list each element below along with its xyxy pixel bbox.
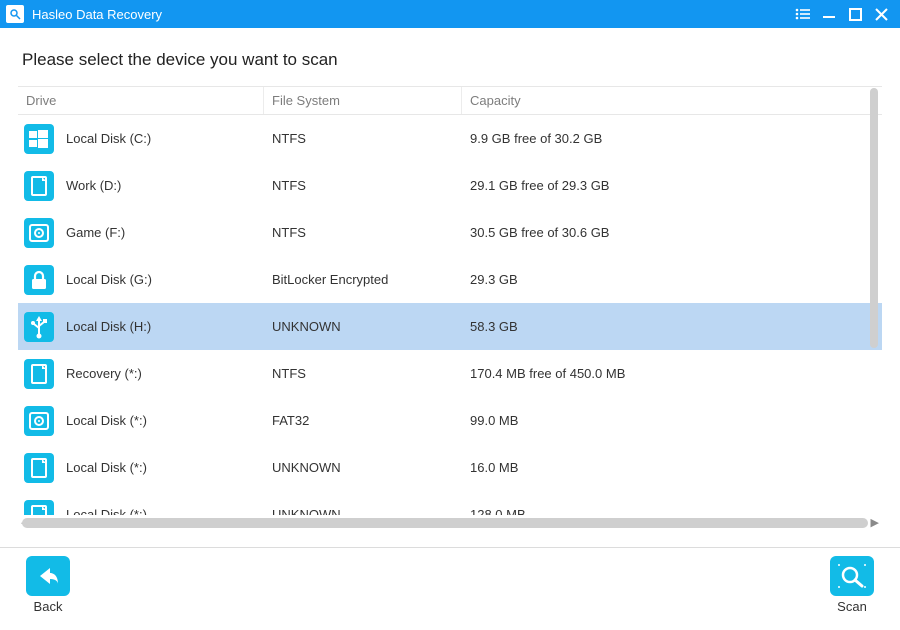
- drive-row[interactable]: Work (D:) NTFS29.1 GB free of 29.3 GB: [18, 162, 882, 209]
- column-header-capacity[interactable]: Capacity: [462, 87, 882, 114]
- disk-icon: [24, 218, 54, 248]
- drive-row[interactable]: Local Disk (G:) BitLocker Encrypted29.3 G…: [18, 256, 882, 303]
- drive-name: Game (F:): [66, 225, 125, 240]
- column-header-filesystem[interactable]: File System: [264, 87, 462, 114]
- drive-name: Local Disk (G:): [66, 272, 152, 287]
- document-icon: [24, 171, 54, 201]
- scan-icon: [830, 556, 874, 596]
- titlebar: Hasleo Data Recovery: [0, 0, 900, 28]
- drive-name: Local Disk (C:): [66, 131, 151, 146]
- app-title: Hasleo Data Recovery: [32, 7, 162, 22]
- back-icon: [26, 556, 70, 596]
- drive-row[interactable]: Local Disk (*:) FAT3299.0 MB: [18, 397, 882, 444]
- drive-name: Local Disk (H:): [66, 319, 151, 334]
- drive-name: Work (D:): [66, 178, 121, 193]
- scan-button[interactable]: Scan: [830, 556, 874, 614]
- document-icon: [24, 359, 54, 389]
- drive-filesystem: UNKNOWN: [264, 460, 462, 475]
- drive-capacity: 30.5 GB free of 30.6 GB: [462, 225, 882, 240]
- drive-filesystem: UNKNOWN: [264, 319, 462, 334]
- drive-filesystem: NTFS: [264, 178, 462, 193]
- document-icon: [24, 453, 54, 483]
- drive-filesystem: BitLocker Encrypted: [264, 272, 462, 287]
- drive-row[interactable]: Local Disk (C:) NTFS9.9 GB free of 30.2 G…: [18, 115, 882, 162]
- vertical-scroll-thumb[interactable]: [870, 88, 878, 348]
- scroll-right-arrow-icon[interactable]: ▶: [871, 516, 879, 529]
- drive-capacity: 170.4 MB free of 450.0 MB: [462, 366, 882, 381]
- drive-name: Recovery (*:): [66, 366, 142, 381]
- drive-name: Local Disk (*:): [66, 460, 147, 475]
- table-body: Local Disk (C:)NTFS9.9 GB free of 30.2 G…: [18, 115, 882, 515]
- drive-filesystem: FAT32: [264, 413, 462, 428]
- maximize-button[interactable]: [842, 2, 868, 26]
- drive-name: Local Disk (*:): [66, 507, 147, 515]
- list-view-button[interactable]: [790, 2, 816, 26]
- drive-capacity: 99.0 MB: [462, 413, 882, 428]
- table-header: Drive File System Capacity: [18, 87, 882, 115]
- drive-capacity: 9.9 GB free of 30.2 GB: [462, 131, 882, 146]
- disk-icon: [24, 406, 54, 436]
- windows-icon: [24, 124, 54, 154]
- drive-filesystem: NTFS: [264, 225, 462, 240]
- drive-row[interactable]: Local Disk (*:) UNKNOWN16.0 MB: [18, 444, 882, 491]
- page-instruction: Please select the device you want to sca…: [22, 50, 882, 70]
- drive-capacity: 29.3 GB: [462, 272, 882, 287]
- back-label: Back: [34, 599, 63, 614]
- vertical-scrollbar[interactable]: [870, 88, 878, 514]
- drive-filesystem: NTFS: [264, 366, 462, 381]
- drive-filesystem: UNKNOWN: [264, 507, 462, 515]
- device-table: Drive File System Capacity Local Disk (C…: [18, 86, 882, 532]
- drive-capacity: 58.3 GB: [462, 319, 882, 334]
- drive-row[interactable]: Local Disk (*:) UNKNOWN128.0 MB: [18, 491, 882, 515]
- drive-row[interactable]: Recovery (*:) NTFS170.4 MB free of 450.0 …: [18, 350, 882, 397]
- drive-filesystem: NTFS: [264, 131, 462, 146]
- drive-row[interactable]: Local Disk (H:) UNKNOWN58.3 GB: [18, 303, 882, 350]
- horizontal-scroll-thumb[interactable]: [22, 518, 868, 528]
- column-header-drive[interactable]: Drive: [18, 87, 264, 114]
- drive-capacity: 16.0 MB: [462, 460, 882, 475]
- drive-capacity: 128.0 MB: [462, 507, 882, 515]
- app-icon: [6, 5, 24, 23]
- scan-label: Scan: [837, 599, 867, 614]
- usb-icon: [24, 312, 54, 342]
- back-button[interactable]: Back: [26, 556, 70, 614]
- main-content: Please select the device you want to sca…: [0, 28, 900, 547]
- minimize-button[interactable]: [816, 2, 842, 26]
- lock-icon: [24, 265, 54, 295]
- drive-name: Local Disk (*:): [66, 413, 147, 428]
- horizontal-scrollbar[interactable]: ◀ ▶: [22, 518, 868, 528]
- drive-row[interactable]: Game (F:) NTFS30.5 GB free of 30.6 GB: [18, 209, 882, 256]
- document-icon: [24, 500, 54, 516]
- close-button[interactable]: [868, 2, 894, 26]
- drive-capacity: 29.1 GB free of 29.3 GB: [462, 178, 882, 193]
- footer: Back Scan: [0, 548, 900, 630]
